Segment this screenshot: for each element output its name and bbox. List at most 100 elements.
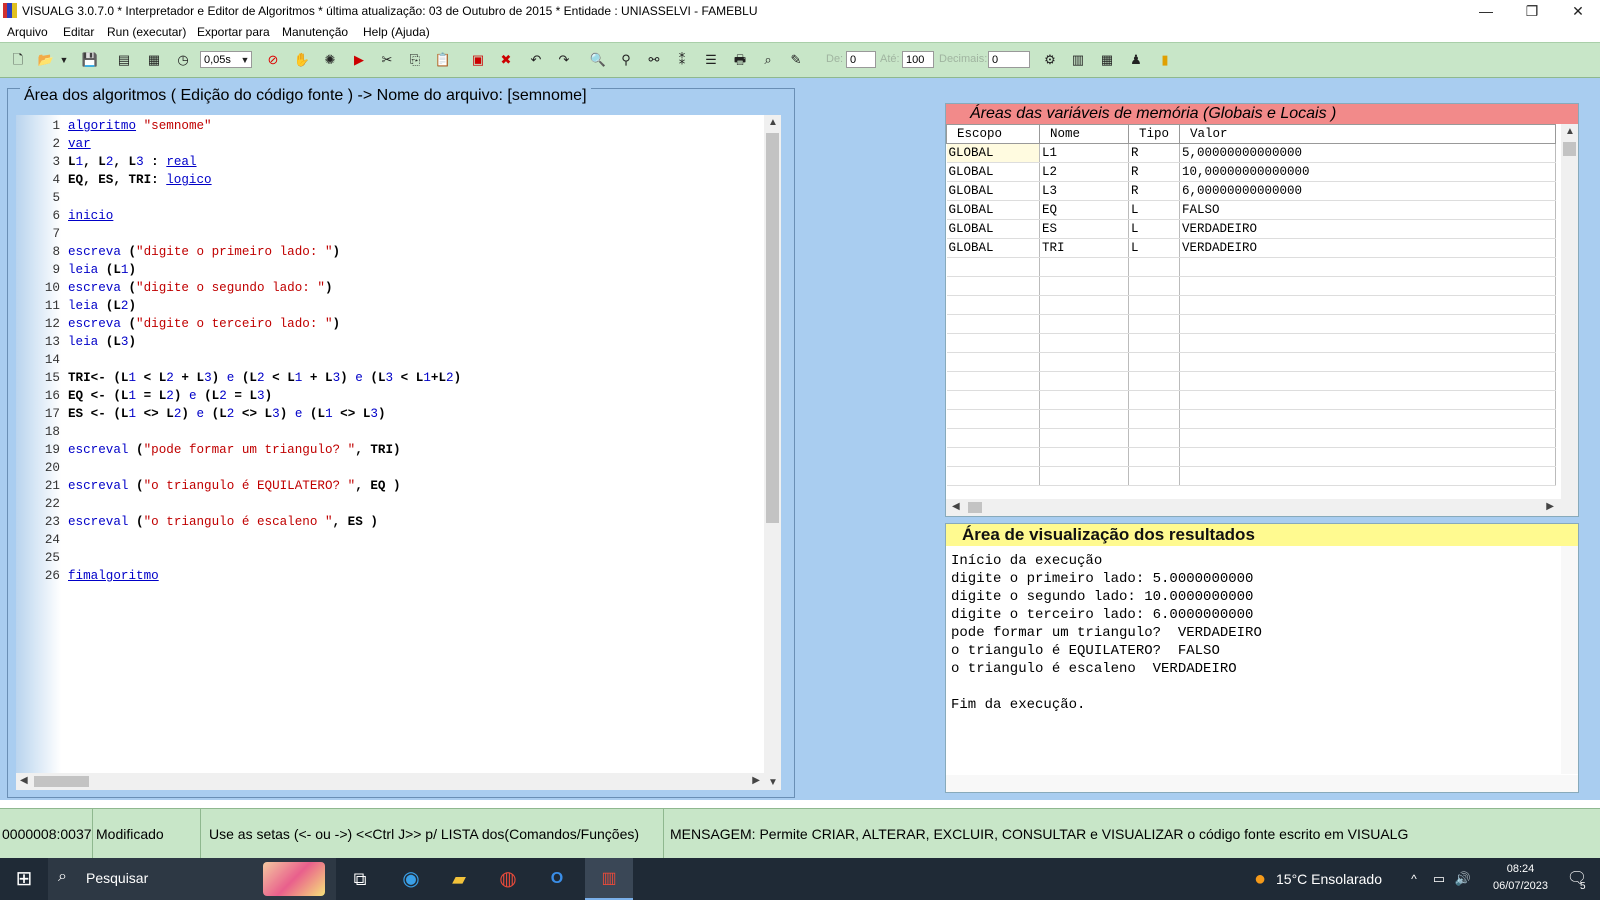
variable-cell[interactable]: GLOBAL — [946, 143, 1040, 163]
speed-dropdown-icon[interactable]: ▼ — [238, 50, 252, 70]
code-line[interactable]: 8 escreva ("digite o primeiro lado: ") — [16, 243, 761, 261]
variable-cell[interactable] — [1128, 295, 1180, 315]
variable-cell[interactable] — [1179, 295, 1556, 315]
weather-text[interactable]: 15°C Ensolarado — [1276, 858, 1388, 900]
menu-arquivo[interactable]: Arquivo — [7, 25, 48, 39]
variable-cell[interactable] — [1179, 428, 1556, 448]
code-line[interactable]: 16 EQ <- (L1 = L2) e (L2 = L3) — [16, 387, 761, 405]
variable-cell[interactable] — [946, 314, 1040, 334]
network-icon[interactable]: ▭ — [1428, 858, 1450, 900]
variable-row[interactable]: GLOBAL ES L VERDADEIRO — [946, 219, 1556, 239]
paste-icon[interactable]: 📋 — [433, 50, 453, 70]
variable-cell[interactable] — [946, 428, 1040, 448]
variable-cell[interactable] — [1039, 466, 1129, 486]
code-line[interactable]: 12 escreva ("digite o terceiro lado: ") — [16, 315, 761, 333]
code-line[interactable]: 5 — [16, 189, 761, 207]
exit-icon[interactable]: ▮ — [1155, 50, 1175, 70]
decimais-select[interactable]: 0 — [988, 51, 1030, 68]
volume-icon[interactable]: 🔊 — [1452, 858, 1474, 900]
variable-cell[interactable]: L — [1128, 219, 1180, 239]
code-line[interactable]: 22 — [16, 495, 761, 513]
vars-vscroll-thumb[interactable] — [1563, 142, 1576, 156]
vars-scroll-up-icon[interactable]: ▲ — [1565, 126, 1575, 137]
variable-cell[interactable] — [1179, 390, 1556, 410]
open-dropdown-icon[interactable]: ▼ — [58, 50, 70, 70]
debug-icon[interactable]: ✺ — [320, 50, 340, 70]
stop-icon[interactable]: ⊘ — [263, 50, 283, 70]
scroll-right-icon[interactable]: ▶ — [752, 775, 760, 786]
code-editor[interactable]: 1 algoritmo "semnome" 2 var 3 L1, L2, L3 : re… — [16, 115, 781, 790]
code-line[interactable]: 25 — [16, 549, 761, 567]
code-line[interactable]: 7 — [16, 225, 761, 243]
code-text[interactable]: L1, L2, L3 : real — [68, 153, 197, 171]
variable-cell[interactable] — [1128, 371, 1180, 391]
redo-icon[interactable]: ↷ — [554, 50, 574, 70]
variable-cell[interactable] — [1039, 390, 1129, 410]
variable-cell[interactable]: TRI — [1039, 238, 1129, 258]
variable-cell[interactable] — [1128, 352, 1180, 372]
code-line[interactable]: 3 L1, L2, L3 : real — [16, 153, 761, 171]
open-folder-icon[interactable]: 📂 — [36, 50, 56, 70]
vars-scroll-left-icon[interactable]: ◀ — [952, 501, 960, 512]
variables-horizontal-scrollbar[interactable]: ◀ ▶ — [946, 499, 1578, 516]
print-code-icon[interactable]: ▤ — [114, 50, 134, 70]
code-text[interactable]: leia (L2) — [68, 297, 136, 315]
variable-cell[interactable] — [1179, 371, 1556, 391]
code-line[interactable]: 10 escreva ("digite o segundo lado: ") — [16, 279, 761, 297]
variable-cell[interactable] — [946, 295, 1040, 315]
code-line[interactable]: 26 fimalgoritmo — [16, 567, 761, 585]
code-text[interactable]: TRI<- (L1 < L2 + L3) e (L2 < L1 + L3) e … — [68, 369, 461, 387]
cut-icon[interactable]: ✂ — [377, 50, 397, 70]
ate-input[interactable]: 100 — [902, 51, 934, 68]
code-text[interactable]: escreval ("o triangulo é EQUILATERO? ", … — [68, 477, 401, 495]
variable-cell[interactable] — [946, 276, 1040, 296]
code-text[interactable]: fimalgoritmo — [68, 567, 159, 585]
de-input[interactable]: 0 — [846, 51, 876, 68]
variables-vertical-scrollbar[interactable]: ▲ — [1561, 124, 1578, 514]
code-line[interactable]: 20 — [16, 459, 761, 477]
code-line[interactable]: 9 leia (L1) — [16, 261, 761, 279]
goto-line-icon[interactable]: ⁑ — [672, 50, 692, 70]
scroll-down-icon[interactable]: ▼ — [768, 777, 778, 788]
col-tipo[interactable]: Tipo — [1128, 124, 1180, 144]
menu-exportar[interactable]: Exportar para — [197, 25, 270, 39]
code-line[interactable]: 19 escreval ("pode formar um triangulo? "… — [16, 441, 761, 459]
minimize-button[interactable]: — — [1463, 0, 1509, 22]
variable-cell[interactable]: L — [1128, 200, 1180, 220]
replace-icon[interactable]: ⚯ — [644, 50, 664, 70]
code-line[interactable]: 15 TRI<- (L1 < L2 + L3) e (L2 < L1 + L3) … — [16, 369, 761, 387]
variable-cell[interactable]: R — [1128, 162, 1180, 182]
taskbar-clock[interactable]: 08:24 06/07/2023 — [1483, 861, 1558, 895]
variable-cell[interactable]: ES — [1039, 219, 1129, 239]
variable-cell[interactable] — [1039, 333, 1129, 353]
variable-cell[interactable] — [1039, 257, 1129, 277]
variable-row[interactable] — [946, 390, 1556, 410]
visualg-taskbar-icon[interactable]: ▥ — [585, 858, 633, 900]
editor-hscroll-thumb[interactable] — [34, 776, 89, 787]
save-icon[interactable]: 💾 — [80, 50, 100, 70]
restore-button[interactable]: ❐ — [1509, 0, 1555, 22]
variable-cell[interactable] — [946, 466, 1040, 486]
variable-cell[interactable]: GLOBAL — [946, 181, 1040, 201]
code-text[interactable]: escreval ("pode formar um triangulo? ", … — [68, 441, 401, 459]
code-text[interactable]: leia (L1) — [68, 261, 136, 279]
code-line[interactable]: 17 ES <- (L1 <> L2) e (L2 <> L3) e (L1 <>… — [16, 405, 761, 423]
export-icon[interactable]: ▦ — [144, 50, 164, 70]
new-file-icon[interactable]: 🗋 — [8, 50, 28, 70]
code-line[interactable]: 2 var — [16, 135, 761, 153]
editor-vscroll-thumb[interactable] — [766, 133, 779, 523]
variable-cell[interactable]: L — [1128, 238, 1180, 258]
table-icon[interactable]: ▦ — [1097, 50, 1117, 70]
close-button[interactable]: ✕ — [1555, 0, 1600, 22]
variable-cell[interactable] — [946, 371, 1040, 391]
code-line[interactable]: 4 EQ, ES, TRI: logico — [16, 171, 761, 189]
variable-cell[interactable]: FALSO — [1179, 200, 1556, 220]
code-line[interactable]: 23 escreval ("o triangulo é escaleno ", E… — [16, 513, 761, 531]
delete-icon[interactable]: ✖ — [496, 50, 516, 70]
variable-cell[interactable] — [1039, 447, 1129, 467]
code-text[interactable]: escreval ("o triangulo é escaleno ", ES … — [68, 513, 378, 531]
variable-row[interactable] — [946, 352, 1556, 372]
variable-cell[interactable]: GLOBAL — [946, 162, 1040, 182]
calculator-settings-icon[interactable]: ⚙ — [1040, 50, 1060, 70]
variable-row[interactable] — [946, 295, 1556, 315]
